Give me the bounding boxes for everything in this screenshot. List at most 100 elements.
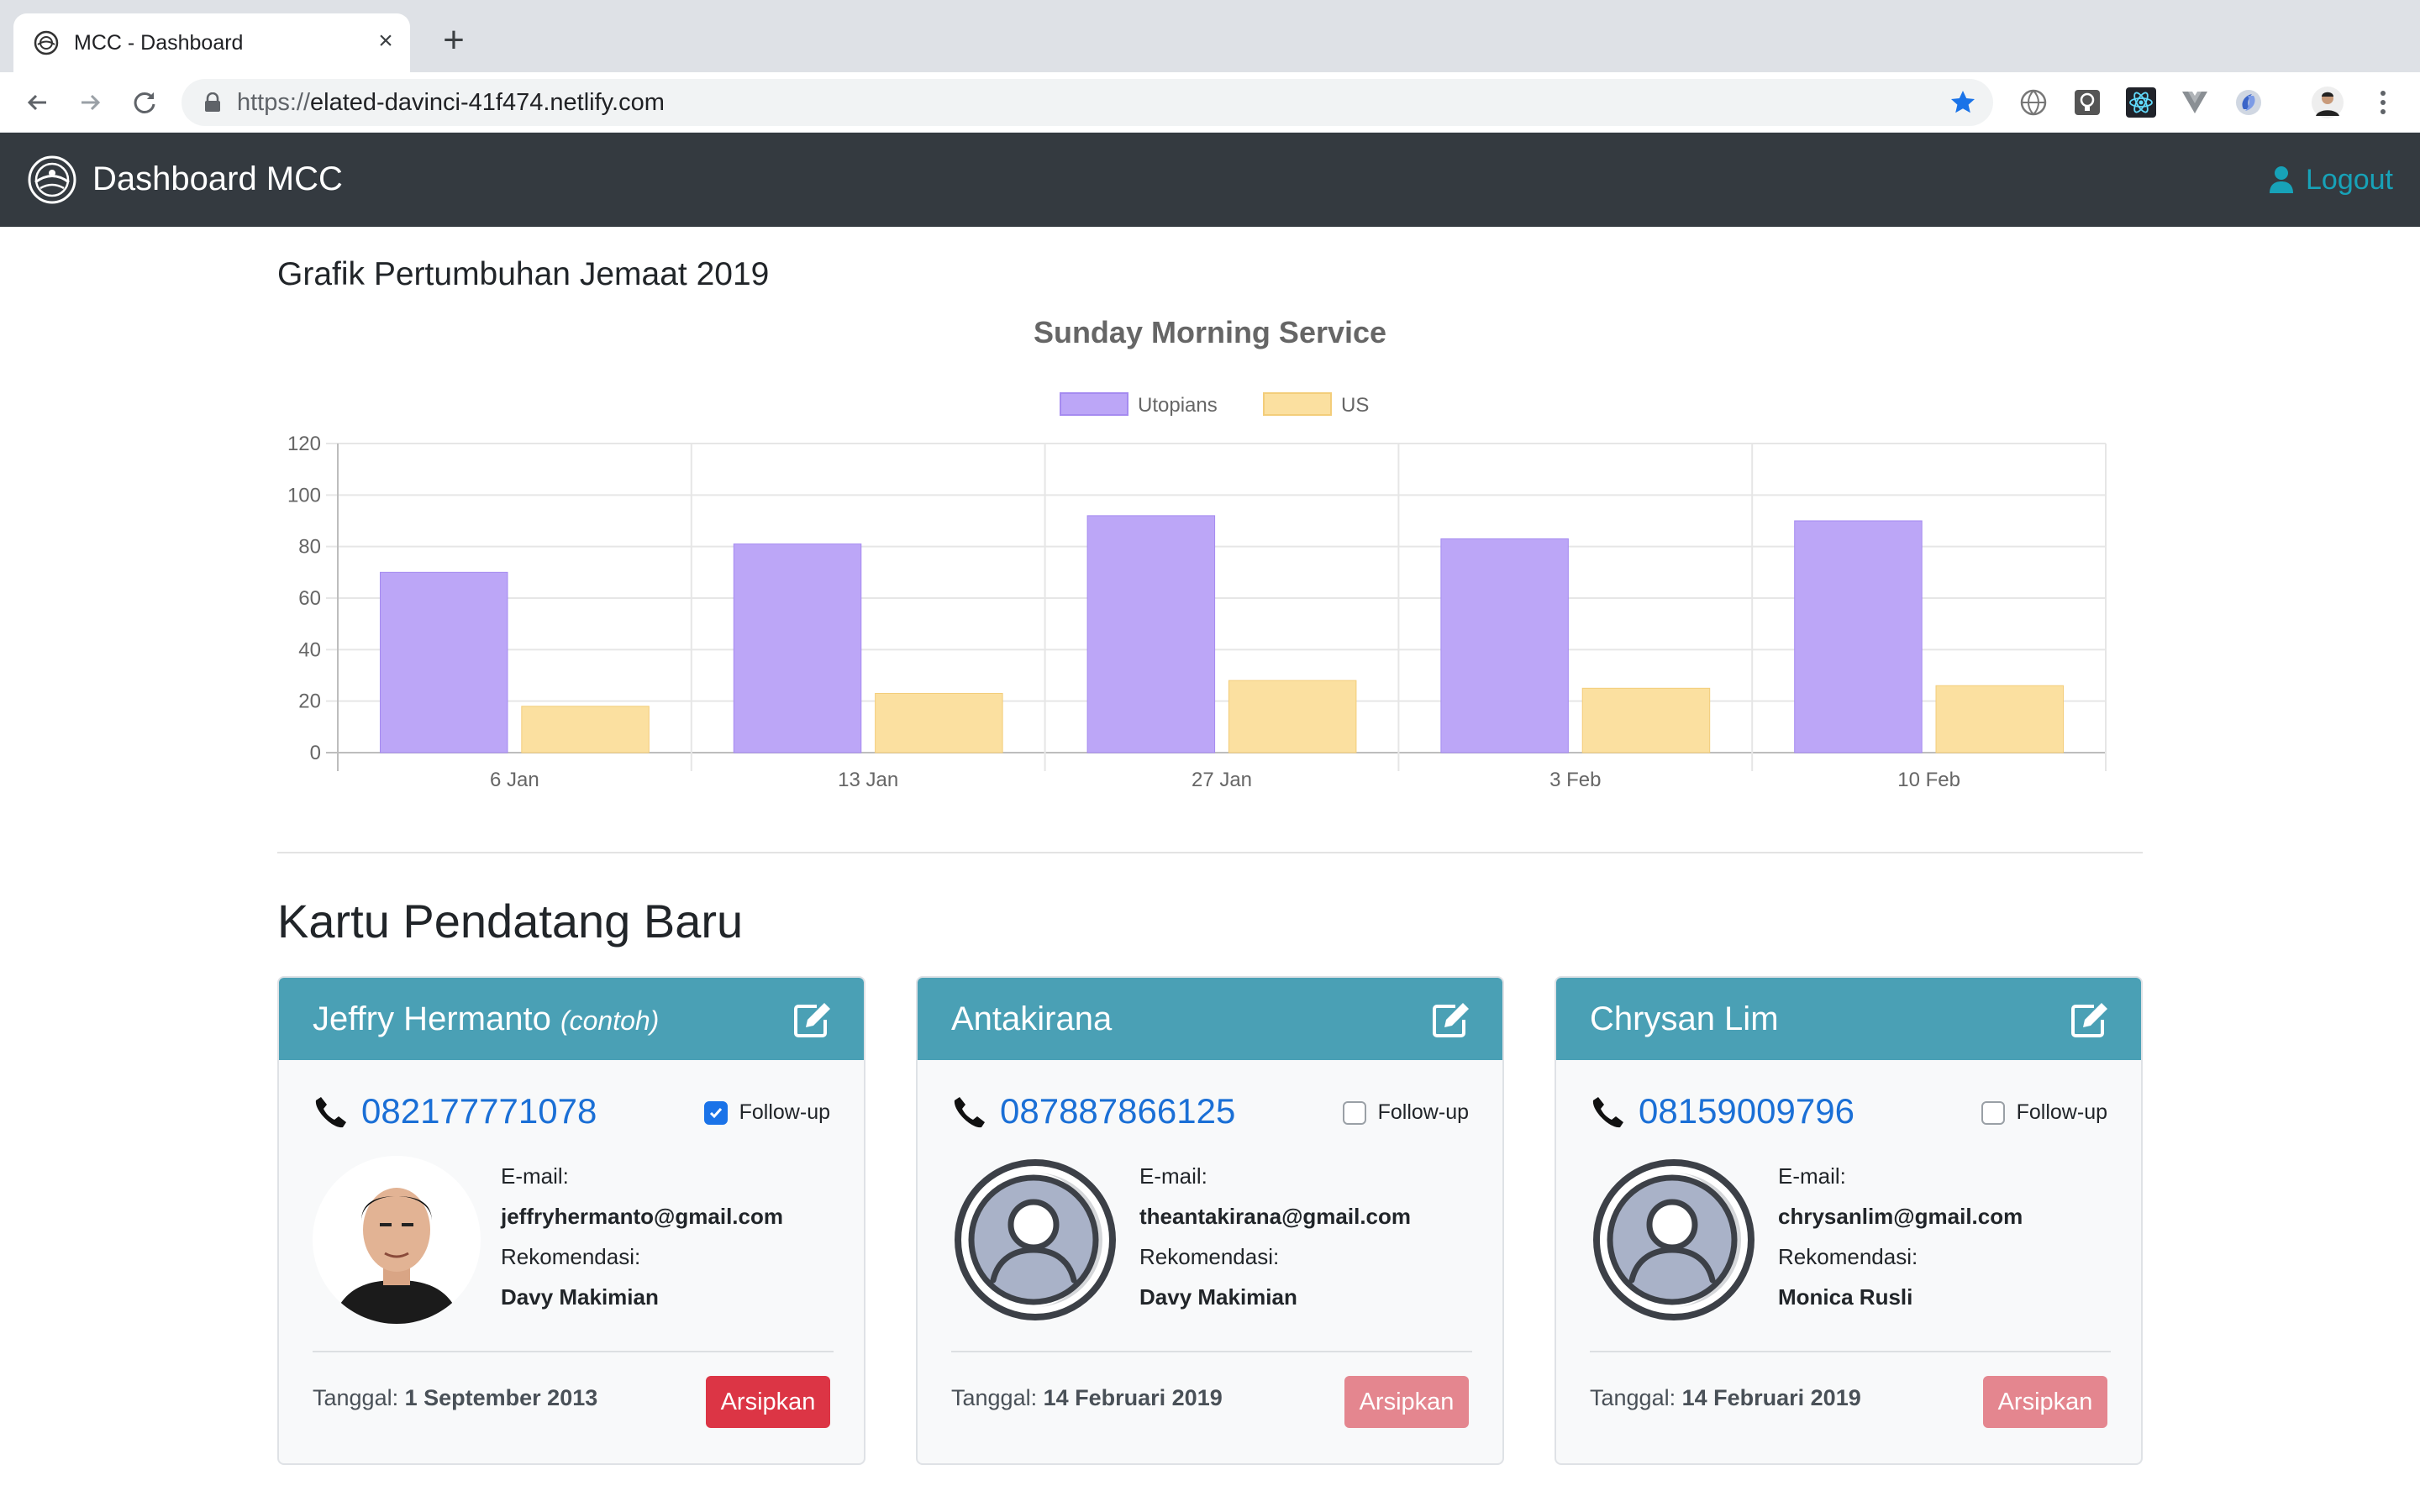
- chart-bar: [733, 543, 862, 753]
- logout-button[interactable]: Logout: [2269, 161, 2393, 198]
- date-value: 14 Februari 2019: [1681, 1385, 1861, 1410]
- checkbox-box[interactable]: [1981, 1100, 2005, 1125]
- brand-name[interactable]: Dashboard MCC: [92, 158, 343, 200]
- recommender-value: Davy Makimian: [501, 1284, 659, 1310]
- chart-bar: [1086, 515, 1216, 753]
- card-date: Tanggal: 14 Februari 2019: [1590, 1385, 1861, 1410]
- phone-icon: [315, 1097, 346, 1128]
- user-icon: [2270, 166, 2293, 193]
- app-navbar: Dashboard MCC Logout: [0, 133, 2420, 227]
- card-header: Jeffry Hermanto (contoh): [279, 978, 864, 1060]
- y-tick-label: 40: [298, 638, 321, 661]
- archive-button[interactable]: Arsipkan: [1344, 1376, 1469, 1428]
- phone-number-link[interactable]: 087887866125: [1000, 1090, 1235, 1132]
- contact-info: E-mail: jeffryhermanto@gmail.com Rekomen…: [501, 1156, 783, 1317]
- newcomer-card: Antakirana 087887866125 Follow-up E-mail…: [916, 976, 1504, 1465]
- section-divider: [277, 852, 2143, 853]
- attendance-bar-chart: Sunday Morning Service Utopians US 6 Jan 1…: [287, 315, 2107, 791]
- newcomer-card: Jeffry Hermanto (contoh) 082177771078 Fo…: [277, 976, 865, 1465]
- vue-extension-icon[interactable]: [2178, 86, 2212, 119]
- card-date: Tanggal: 14 Februari 2019: [951, 1385, 1223, 1410]
- contact-info: E-mail: chrysanlim@gmail.com Rekomendasi…: [1778, 1156, 2023, 1317]
- recommender-label: Rekomendasi:: [1778, 1244, 1918, 1269]
- phone-number-link[interactable]: 082177771078: [361, 1090, 597, 1132]
- checkbox-box[interactable]: [1342, 1100, 1366, 1125]
- url-text: https://elated-davinci-41f474.netlify.co…: [237, 89, 665, 116]
- followup-label: Follow-up: [2016, 1100, 2107, 1124]
- chart-bar: [1935, 685, 2065, 753]
- bookmark-star-icon[interactable]: [1948, 87, 1978, 118]
- followup-checkbox[interactable]: Follow-up: [1342, 1100, 1469, 1125]
- followup-checkbox[interactable]: Follow-up: [1981, 1100, 2107, 1125]
- tab-title: MCC - Dashboard: [74, 31, 244, 55]
- sync-extension-icon[interactable]: [2232, 86, 2265, 119]
- checkbox-box[interactable]: [703, 1100, 728, 1125]
- forward-icon[interactable]: [71, 82, 111, 123]
- email-label: E-mail:: [1778, 1163, 1846, 1189]
- globe-extension-icon[interactable]: [2017, 86, 2050, 119]
- chart-title: Sunday Morning Service: [1034, 315, 1386, 349]
- browser-toolbar: https://elated-davinci-41f474.netlify.co…: [0, 72, 2420, 133]
- legend-label: US: [1341, 394, 1369, 417]
- chart-bar: [521, 706, 650, 753]
- chart-x-axis: 6 Jan 13 Jan 27 Jan 3 Feb 10 Feb: [490, 769, 1960, 791]
- bulb-extension-icon[interactable]: [2070, 86, 2104, 119]
- chart-bar: [379, 571, 508, 753]
- card-divider: [313, 1351, 834, 1352]
- email-value: jeffryhermanto@gmail.com: [501, 1204, 783, 1229]
- archive-button[interactable]: Arsipkan: [706, 1376, 830, 1428]
- close-icon[interactable]: ×: [373, 29, 398, 54]
- legend-swatch: [1263, 392, 1332, 416]
- card-name: Chrysan Lim: [1590, 1000, 1779, 1037]
- y-tick-label: 60: [298, 587, 321, 610]
- card-tag: (contoh): [560, 1005, 660, 1036]
- lock-icon[interactable]: [203, 92, 222, 113]
- legend-label: Utopians: [1138, 394, 1218, 417]
- recommender-label: Rekomendasi:: [1139, 1244, 1280, 1269]
- react-extension-icon[interactable]: [2124, 86, 2158, 119]
- reload-icon[interactable]: [124, 82, 165, 123]
- archive-button[interactable]: Arsipkan: [1983, 1376, 2107, 1428]
- back-icon[interactable]: [17, 82, 57, 123]
- profile-avatar-icon[interactable]: [2311, 86, 2344, 119]
- contact-info: E-mail: theantakirana@gmail.com Rekomend…: [1139, 1156, 1411, 1317]
- card-name: Jeffry Hermanto (contoh): [313, 1000, 660, 1037]
- browser-tab[interactable]: MCC - Dashboard ×: [13, 13, 410, 72]
- recommender-value: Davy Makimian: [1139, 1284, 1297, 1310]
- legend-swatch: [1060, 392, 1128, 416]
- followup-checkbox[interactable]: Follow-up: [703, 1100, 830, 1125]
- logout-label: Logout: [2306, 163, 2393, 196]
- edit-icon[interactable]: [2070, 1001, 2109, 1038]
- chart-bar: [1794, 520, 1923, 753]
- card-divider: [951, 1351, 1472, 1352]
- chart-y-axis: 0 20 40 60 80 100 120: [287, 433, 321, 764]
- y-tick-label: 0: [310, 742, 321, 764]
- followup-label: Follow-up: [739, 1100, 830, 1124]
- chart-bar: [1440, 538, 1569, 753]
- card-header: Antakirana: [918, 978, 1502, 1060]
- chart-bar: [875, 692, 1003, 753]
- email-value: theantakirana@gmail.com: [1139, 1204, 1412, 1229]
- phone-icon: [954, 1097, 985, 1128]
- recommender-value: Monica Rusli: [1778, 1284, 1913, 1310]
- y-tick-label: 120: [287, 433, 321, 455]
- chart-legend: Utopians US: [1060, 392, 1369, 417]
- edit-icon[interactable]: [793, 1001, 832, 1038]
- edit-icon[interactable]: [1432, 1001, 1470, 1038]
- chart-bars: [379, 515, 2065, 753]
- cards-section-heading: Kartu Pendatang Baru: [277, 895, 744, 948]
- y-tick-label: 20: [298, 690, 321, 713]
- email-label: E-mail:: [501, 1163, 569, 1189]
- church-logo-icon[interactable]: [27, 155, 77, 205]
- followup-label: Follow-up: [1377, 1100, 1469, 1124]
- menu-icon[interactable]: [2366, 86, 2400, 119]
- chart-bar: [1581, 687, 1711, 753]
- phone-icon: [1592, 1097, 1623, 1128]
- placeholder-user-icon: [955, 1159, 1116, 1320]
- new-tab-plus-icon[interactable]: +: [437, 22, 471, 59]
- x-tick-label: 10 Feb: [1897, 769, 1960, 791]
- x-tick-label: 6 Jan: [490, 769, 539, 791]
- address-bar[interactable]: https://elated-davinci-41f474.netlify.co…: [182, 79, 1993, 126]
- recommender-label: Rekomendasi:: [501, 1244, 641, 1269]
- phone-number-link[interactable]: 08159009796: [1639, 1090, 1854, 1132]
